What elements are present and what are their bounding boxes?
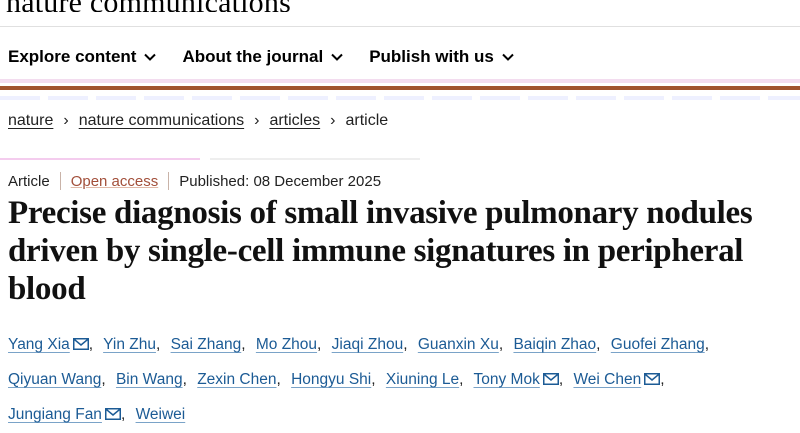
author-separator: , (88, 336, 94, 353)
author-name-link[interactable]: Weiwei (136, 406, 186, 423)
author-separator: , (660, 371, 665, 388)
author-name-link[interactable]: Bin Wang (116, 371, 183, 388)
author-item: Zexin Chen, (197, 371, 287, 388)
author-item: Hongyu Shi, (291, 371, 381, 388)
breadcrumb-separator: › (254, 112, 260, 129)
published-date: Published: 08 December 2025 (179, 172, 382, 190)
author-separator: , (101, 371, 106, 388)
author-item: Wei Chen, (573, 371, 670, 388)
breadcrumb-nature-communications[interactable]: nature communications (79, 112, 244, 130)
breadcrumb-separator: › (330, 112, 336, 129)
author-separator: , (596, 336, 601, 353)
author-item: Tony Mok, (473, 371, 569, 388)
author-separator: , (403, 336, 408, 353)
decorative-strip (0, 96, 800, 100)
author-name-link[interactable]: Tony Mok (473, 371, 539, 388)
author-item: Guofei Zhang, (611, 336, 715, 353)
breadcrumb: nature › nature communications › article… (8, 112, 388, 130)
author-name-link[interactable]: Wei Chen (573, 371, 641, 388)
chevron-down-icon (331, 53, 343, 61)
breadcrumb-articles[interactable]: articles (269, 112, 320, 130)
author-separator: , (155, 336, 161, 353)
accent-bar (0, 86, 800, 90)
nav-highlight-line (0, 79, 800, 83)
author-name-link[interactable]: Hongyu Shi (291, 371, 371, 388)
author-name-link[interactable]: Guanxin Xu (418, 336, 499, 353)
mail-icon[interactable] (72, 328, 89, 350)
nav-explore-content[interactable]: Explore content (8, 47, 157, 67)
site-masthead[interactable]: nature communications (6, 0, 291, 12)
author-name-link[interactable]: Baiqin Zhao (513, 336, 596, 353)
author-separator: , (241, 336, 246, 353)
author-separator: , (182, 371, 187, 388)
author-separator: , (371, 371, 376, 388)
nav-label: Publish with us (369, 47, 494, 66)
chevron-down-icon (144, 53, 157, 61)
author-item: Xiuning Le, (386, 371, 470, 388)
author-separator: , (459, 371, 464, 388)
breadcrumb-current: article (345, 112, 389, 129)
article-title: Precise diagnosis of small invasive pulm… (8, 195, 753, 307)
nav-about-journal[interactable]: About the journal (182, 47, 343, 67)
author-name-link[interactable]: Jungiang Fan (8, 406, 102, 423)
author-name-link[interactable]: Xiuning Le (386, 371, 459, 388)
author-item: Baiqin Zhao, (513, 336, 606, 353)
author-separator: , (498, 336, 504, 353)
author-name-link[interactable]: Guofei Zhang (611, 336, 705, 353)
meta-separator (59, 172, 61, 190)
nav-publish-with-us[interactable]: Publish with us (369, 47, 514, 67)
author-item: Jungiang Fan, (8, 406, 131, 423)
breadcrumb-separator: › (63, 112, 69, 129)
author-item: Qiyuan Wang, (8, 371, 112, 388)
breadcrumb-nature[interactable]: nature (8, 112, 53, 130)
author-separator: , (704, 336, 710, 353)
author-name-link[interactable]: Qiyuan Wang (8, 371, 101, 388)
author-item: Sai Zhang, (171, 336, 252, 353)
open-access-link[interactable]: Open access (71, 173, 159, 190)
author-item: Yang Xia, (8, 336, 99, 353)
author-item: Yin Zhu, (103, 336, 166, 353)
author-separator: , (317, 336, 322, 353)
author-item: Bin Wang, (116, 371, 193, 388)
nav-label: About the journal (182, 47, 324, 66)
author-list: Yang Xia, Yin Zhu, Sai Zhang, Mo Zhou, J… (8, 327, 798, 432)
chevron-down-icon (502, 53, 514, 61)
author-name-link[interactable]: Yin Zhu (103, 336, 156, 353)
author-item: Guanxin Xu, (418, 336, 509, 353)
mail-icon[interactable] (542, 363, 559, 385)
author-name-link[interactable]: Sai Zhang (171, 336, 242, 353)
author-item: Mo Zhou, (256, 336, 327, 353)
author-item: Weiwei (136, 406, 186, 423)
author-item: Jiaqi Zhou, (332, 336, 414, 353)
meta-separator (168, 172, 170, 190)
article-meta: Article Open access Published: 08 Decemb… (8, 172, 381, 190)
masthead-divider (0, 26, 800, 27)
author-name-link[interactable]: Zexin Chen (197, 371, 276, 388)
author-separator: , (558, 371, 564, 388)
author-name-link[interactable]: Mo Zhou (256, 336, 317, 353)
mail-icon[interactable] (644, 363, 661, 385)
author-name-link[interactable]: Yang Xia (8, 336, 70, 353)
section-divider (0, 158, 420, 160)
nav-label: Explore content (8, 47, 137, 66)
main-nav: Explore content About the journal Publis… (0, 40, 532, 74)
author-separator: , (276, 371, 281, 388)
author-name-link[interactable]: Jiaqi Zhou (332, 336, 404, 353)
author-separator: , (120, 406, 126, 423)
article-type: Article (8, 172, 50, 190)
